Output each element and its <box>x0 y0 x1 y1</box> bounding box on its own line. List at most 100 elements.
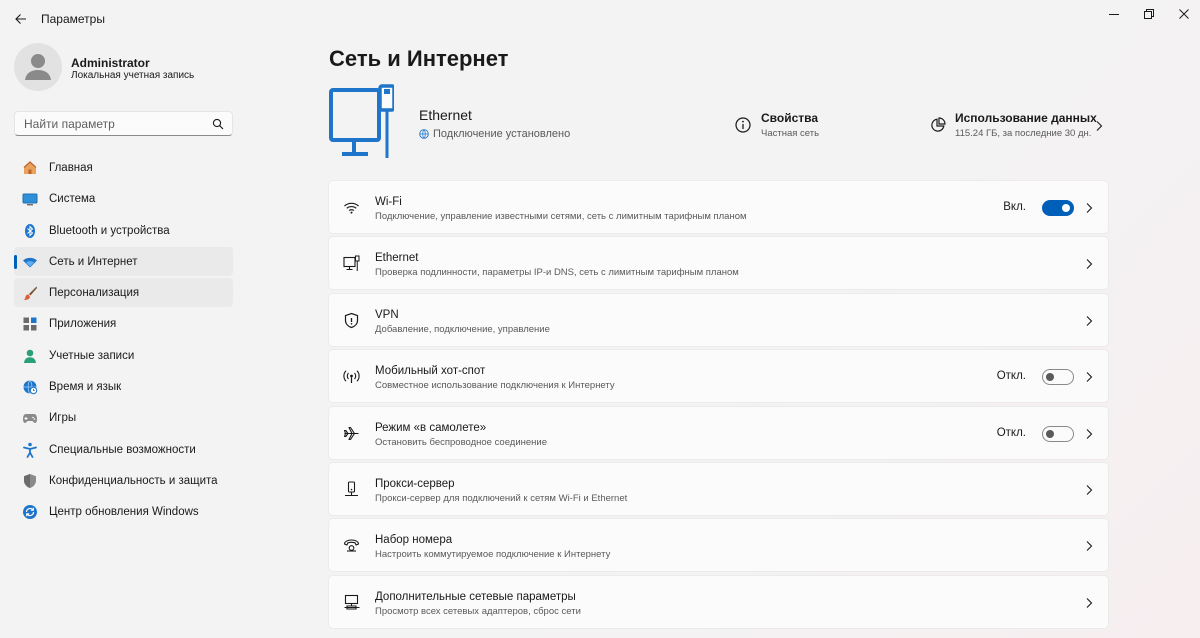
time-language-icon <box>23 380 38 395</box>
hotspot-toggle[interactable] <box>1042 369 1074 386</box>
user-silhouette-icon <box>25 54 51 80</box>
hotspot-icon <box>343 370 360 384</box>
back-button[interactable] <box>10 8 32 30</box>
sidebar-item-gaming[interactable]: Игры <box>14 403 233 432</box>
card-title: Ethernet <box>375 252 419 265</box>
network-profile-type: Частная сеть <box>761 128 820 139</box>
window-title: Параметры <box>41 12 105 26</box>
card-subtitle: Прокси-сервер для подключений к сетям Wi… <box>375 492 628 504</box>
sidebar-item-accessibility[interactable]: Специальные возможности <box>14 435 233 464</box>
wifi-icon <box>344 202 359 214</box>
search-icon[interactable] <box>212 118 224 130</box>
sidebar-item-label: Конфиденциальность и защита <box>49 474 218 487</box>
card-title: Дополнительные сетевые параметры <box>375 590 576 603</box>
card-title: Wi-Fi <box>375 196 402 208</box>
airplane-icon <box>343 426 359 440</box>
card-title: VPN <box>375 308 399 321</box>
user-profile[interactable]: Administrator Локальная учетная запись <box>14 43 244 91</box>
card-subtitle: Настроить коммутируемое подключение к Ин… <box>375 549 611 561</box>
data-usage-link[interactable]: Использование данных 115.24 ГБ, за после… <box>928 111 1108 141</box>
sidebar-item-label: Bluetooth и устройства <box>49 224 170 237</box>
wifi-toggle[interactable] <box>1042 200 1074 216</box>
sidebar-item-label: Время и язык <box>49 381 122 394</box>
sidebar-item-accounts[interactable]: Учетные записи <box>14 341 233 370</box>
card-mobile-hotspot[interactable]: Мобильный хот-спот Совместное использова… <box>328 349 1109 404</box>
card-subtitle: Добавление, подключение, управление <box>375 323 550 335</box>
home-icon <box>23 161 37 174</box>
chevron-right-icon <box>1086 541 1093 552</box>
maximize-button[interactable] <box>1134 4 1164 24</box>
card-title: Прокси-сервер <box>375 477 455 490</box>
system-icon <box>22 193 38 206</box>
sidebar-item-label: Учетные записи <box>49 349 135 362</box>
bluetooth-icon <box>25 223 35 238</box>
minimize-icon <box>1109 14 1119 15</box>
card-ethernet[interactable]: Ethernet Проверка подлинности, параметры… <box>328 236 1109 291</box>
card-subtitle: Остановить беспроводное соединение <box>375 436 548 448</box>
shield-icon <box>24 473 36 488</box>
chevron-right-icon <box>1096 121 1103 131</box>
globe-icon <box>419 129 429 139</box>
apps-icon <box>23 317 37 331</box>
chevron-right-icon <box>1086 203 1093 213</box>
sidebar-item-apps[interactable]: Приложения <box>14 309 233 338</box>
toggle-state-label: Откл. <box>996 370 1026 383</box>
ethernet-computer-icon <box>329 84 394 158</box>
connection-summary: Ethernet Подключение установлено Свойств… <box>328 84 1109 162</box>
sidebar-item-label: Персонализация <box>49 287 140 300</box>
sidebar-nav: Главная Система Bluetooth и устройства С… <box>14 153 233 529</box>
card-title: Мобильный хот-спот <box>375 365 486 378</box>
properties-link[interactable]: Свойства Частная сеть <box>734 111 874 141</box>
minimize-button[interactable] <box>1099 4 1129 24</box>
sidebar-item-bluetooth[interactable]: Bluetooth и устройства <box>14 216 233 245</box>
airplane-mode-toggle[interactable] <box>1042 425 1074 442</box>
card-subtitle: Совместное использование подключения к И… <box>375 380 615 392</box>
toggle-knob <box>1046 429 1054 438</box>
sidebar-item-windows-update[interactable]: Центр обновления Windows <box>14 497 233 526</box>
data-usage-amount: 115.24 ГБ, за последние 30 дн. <box>955 128 1092 139</box>
chevron-right-icon <box>1086 259 1093 270</box>
accounts-icon <box>24 349 36 363</box>
close-button[interactable] <box>1169 4 1199 24</box>
brush-icon <box>23 286 37 301</box>
connection-name: Ethernet <box>419 107 472 123</box>
card-subtitle: Подключение, управление известными сетям… <box>375 211 747 222</box>
vpn-shield-icon <box>344 312 359 328</box>
proxy-icon <box>345 481 358 497</box>
sidebar-item-time-language[interactable]: Время и язык <box>14 372 233 401</box>
card-title: Режим «в самолете» <box>375 421 487 434</box>
dialup-icon <box>343 539 360 552</box>
chevron-right-icon <box>1086 485 1093 495</box>
info-icon <box>735 117 751 133</box>
card-advanced-network[interactable]: Дополнительные сетевые параметры Просмот… <box>328 574 1109 629</box>
settings-list: Wi-Fi Подключение, управление известными… <box>328 180 1109 631</box>
sidebar-item-personalization[interactable]: Персонализация <box>14 278 233 308</box>
sidebar-item-privacy[interactable]: Конфиденциальность и защита <box>14 466 233 495</box>
page-title: Сеть и Интернет <box>329 46 509 71</box>
chevron-right-icon <box>1086 428 1093 439</box>
back-arrow-icon <box>15 14 26 24</box>
card-proxy[interactable]: Прокси-сервер Прокси-сервер для подключе… <box>328 461 1109 516</box>
pie-chart-icon <box>931 117 946 132</box>
chevron-right-icon <box>1086 597 1093 608</box>
gamepad-icon <box>23 414 37 424</box>
card-vpn[interactable]: VPN Добавление, подключение, управление <box>328 292 1109 347</box>
sidebar-item-network[interactable]: Сеть и Интернет <box>14 246 233 277</box>
properties-title: Свойства <box>761 111 819 125</box>
chevron-right-icon <box>1086 315 1093 326</box>
search-box[interactable] <box>14 111 233 136</box>
card-wifi[interactable]: Wi-Fi Подключение, управление известными… <box>328 180 1109 234</box>
toggle-knob <box>1062 204 1070 212</box>
close-icon <box>1179 9 1189 19</box>
search-input[interactable] <box>24 116 204 132</box>
network-icon <box>23 257 37 268</box>
card-airplane-mode[interactable]: Режим «в самолете» Остановить беспроводн… <box>328 405 1109 460</box>
sidebar-item-system[interactable]: Система <box>14 184 233 213</box>
accessibility-icon <box>23 442 37 458</box>
connection-status: Подключение установлено <box>419 128 570 140</box>
card-dial-up[interactable]: Набор номера Настроить коммутируемое под… <box>328 518 1109 573</box>
title-bar: Параметры <box>0 0 1200 38</box>
sidebar-item-home[interactable]: Главная <box>14 153 233 182</box>
toggle-state-label: Откл. <box>996 426 1026 439</box>
card-subtitle: Проверка подлинности, параметры IP-и DNS… <box>375 267 739 279</box>
